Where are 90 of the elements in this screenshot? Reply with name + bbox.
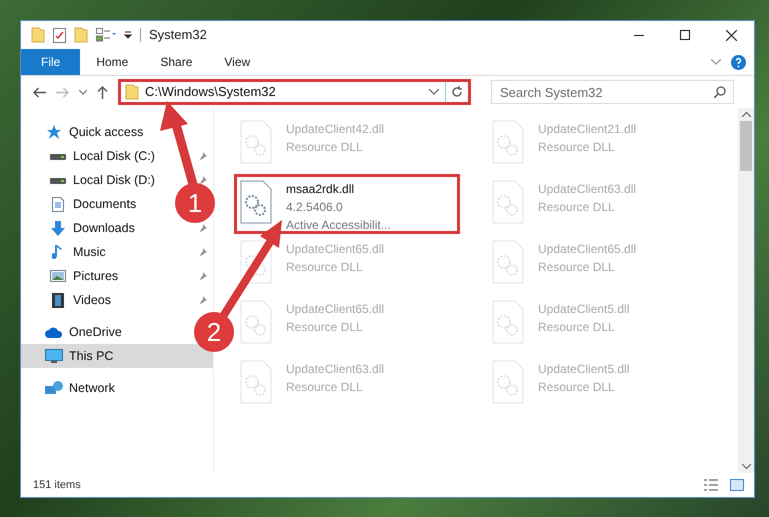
sidebar-item[interactable]: Videos (21, 288, 115, 312)
pin-icon[interactable] (198, 248, 207, 256)
star-icon (47, 125, 61, 139)
back-arrow-icon[interactable] (33, 86, 46, 98)
file-detail: Resource DLL (538, 259, 616, 276)
file-name: UpdateClient65.dll (286, 241, 384, 258)
pin-icon[interactable] (198, 224, 207, 232)
file-detail: Resource DLL (538, 139, 616, 156)
gear-file-icon (492, 300, 524, 344)
music-note-icon (52, 244, 64, 260)
file-detail: Resource DLL (538, 199, 616, 216)
layout-icon[interactable] (96, 28, 116, 42)
chevron-down-icon[interactable] (429, 89, 439, 95)
file-detail: Resource DLL (286, 379, 364, 396)
folder-icon (125, 84, 139, 100)
file-name: msaa2rdk.dll (286, 181, 356, 198)
details-view-icon[interactable] (704, 479, 718, 491)
file-detail: Resource DLL (286, 259, 364, 276)
sidebar-item[interactable]: This PC (21, 344, 213, 368)
picture-icon (50, 270, 66, 282)
gear-file-icon (240, 360, 272, 404)
address-field[interactable]: C:\Windows\System32 (121, 82, 446, 102)
sidebar-item[interactable]: Documents (21, 192, 140, 216)
gear-file-icon (492, 180, 524, 224)
file-name: UpdateClient65.dll (538, 241, 636, 258)
sidebar-item[interactable]: Network (21, 376, 119, 400)
sidebar-item[interactable]: Local Disk (C:) (21, 144, 159, 168)
gear-file-icon (240, 240, 272, 284)
help-icon[interactable] (731, 54, 746, 70)
file-name: UpdateClient63.dll (538, 181, 636, 198)
sidebar-item[interactable]: Pictures (21, 264, 122, 288)
file-item[interactable]: msaa2rdk.dll 4.2.5406.0 Active Accessibilit... (234, 174, 460, 234)
down-arrow-icon (51, 220, 65, 236)
sidebar-item[interactable]: OneDrive (21, 320, 126, 344)
item-count: 151 items (33, 478, 81, 493)
scrollbar[interactable] (738, 108, 754, 473)
file-detail: Active Accessibilit... (286, 217, 391, 234)
window-title: System32 (149, 26, 207, 44)
file-name: UpdateClient5.dll (538, 361, 630, 378)
file-name: UpdateClient63.dll (286, 361, 384, 378)
sidebar-item[interactable]: Quick access (21, 120, 148, 144)
dropdown-icon[interactable] (124, 31, 132, 39)
pin-icon[interactable] (198, 272, 207, 280)
new-folder-icon (74, 27, 88, 43)
file-name: UpdateClient21.dll (538, 121, 636, 138)
gear-file-icon (240, 300, 272, 344)
ribbon-tab[interactable]: Home (80, 49, 144, 75)
drive-icon (50, 175, 66, 185)
gear-file-icon (240, 180, 272, 224)
file-detail: Resource DLL (538, 319, 616, 336)
chevron-up-icon[interactable] (742, 112, 750, 117)
document-icon (52, 196, 64, 212)
file-detail: Resource DLL (538, 379, 616, 396)
pin-icon[interactable] (198, 296, 207, 304)
minimize-icon (634, 34, 644, 36)
gear-file-icon (492, 360, 524, 404)
properties-icon[interactable] (53, 28, 66, 42)
monitor-icon (45, 348, 63, 364)
pin-icon[interactable] (198, 176, 207, 184)
search-field[interactable]: Search System32 (491, 80, 734, 104)
search-icon (714, 86, 726, 98)
ribbon-tab[interactable]: View (208, 49, 266, 75)
refresh-icon (451, 86, 463, 98)
chevron-down-icon[interactable] (711, 59, 721, 65)
up-arrow-icon[interactable] (97, 86, 108, 98)
drive-icon (50, 151, 66, 161)
cloud-icon (45, 326, 63, 338)
pin-icon[interactable] (198, 152, 207, 160)
file-name: UpdateClient5.dll (538, 301, 630, 318)
gear-file-icon (240, 120, 272, 164)
file-detail: 4.2.5406.0 (286, 199, 344, 216)
file-detail: Resource DLL (286, 139, 364, 156)
scroll-thumb[interactable] (740, 121, 752, 171)
chevron-down-icon[interactable] (79, 90, 87, 94)
file-detail: Resource DLL (286, 319, 364, 336)
large-icons-view-icon[interactable] (730, 479, 744, 491)
sidebar-item[interactable]: Downloads (21, 216, 139, 240)
sidebar-item[interactable]: Local Disk (D:) (21, 168, 159, 192)
folder-icon (31, 27, 45, 43)
maximize-icon (680, 30, 690, 40)
gear-file-icon (492, 240, 524, 284)
gear-file-icon (492, 120, 524, 164)
ribbon-tab[interactable]: Share (144, 49, 208, 75)
close-icon (726, 30, 736, 40)
file-name: UpdateClient65.dll (286, 301, 384, 318)
sidebar-item[interactable]: Music (21, 240, 110, 264)
film-icon (52, 292, 64, 308)
file-name: UpdateClient42.dll (286, 121, 384, 138)
network-icon (45, 380, 63, 396)
chevron-down-icon[interactable] (742, 464, 750, 469)
